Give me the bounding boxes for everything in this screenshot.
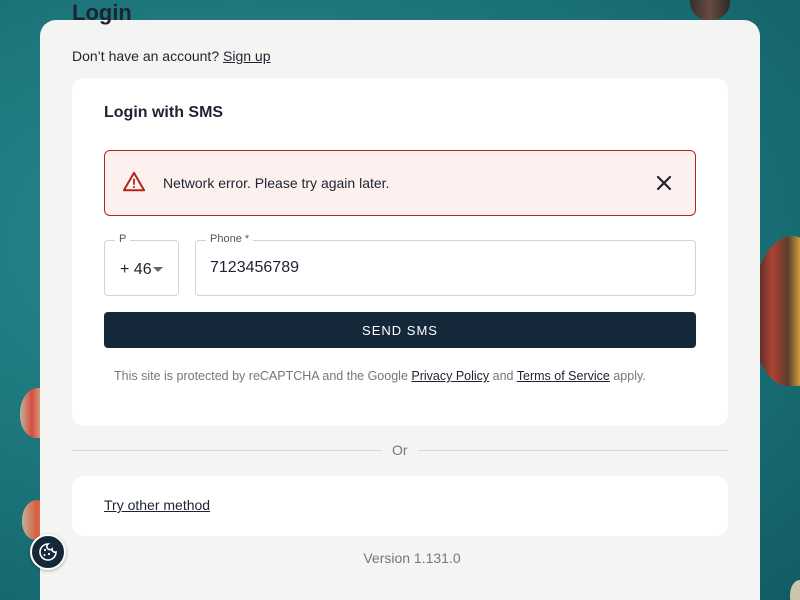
recaptcha-and: and [492,369,514,383]
divider-line [72,450,382,451]
divider-label: Or [392,442,408,458]
error-alert: Network error. Please try again later. [104,150,696,216]
recaptcha-apply: apply. [613,369,646,383]
balloon-decoration [690,0,730,20]
cookie-settings-button[interactable] [30,534,66,570]
send-sms-button[interactable]: SEND SMS [104,312,696,348]
chevron-down-icon [153,267,163,272]
try-other-method-link[interactable]: Try other method [104,497,210,513]
warning-icon [123,171,145,192]
balloon-decoration [790,580,800,600]
divider-line [418,450,728,451]
close-icon[interactable] [655,174,673,192]
country-prefix-select[interactable]: P + 46 [104,233,179,296]
sms-login-title: Login with SMS [104,104,224,121]
recaptcha-notice: This site is protected by reCAPTCHA and … [114,369,646,383]
signup-prompt-text: Don’t have an account? [72,48,220,64]
signup-prompt: Don’t have an account? Sign up [72,48,270,64]
error-message: Network error. Please try again later. [163,175,390,191]
other-method-panel: Try other method [72,476,728,536]
login-card: Login Don’t have an account? Sign up Log… [40,0,760,600]
signup-link[interactable]: Sign up [223,48,270,64]
prefix-label: P [115,233,131,245]
terms-of-service-link[interactable]: Terms of Service [517,369,610,383]
page-title: Login [72,0,132,25]
version-label: Version 1.131.0 [363,550,461,566]
sms-login-panel: Login with SMS Network error. Please try… [72,78,728,426]
prefix-value: + 46 [120,261,152,278]
phone-input[interactable] [210,259,670,277]
cookie-icon [39,543,57,561]
recaptcha-text: This site is protected by reCAPTCHA and … [114,369,408,383]
or-divider: Or [72,442,728,458]
phone-label: Phone * [206,233,254,245]
phone-field[interactable]: Phone * [195,233,696,296]
privacy-policy-link[interactable]: Privacy Policy [411,369,489,383]
